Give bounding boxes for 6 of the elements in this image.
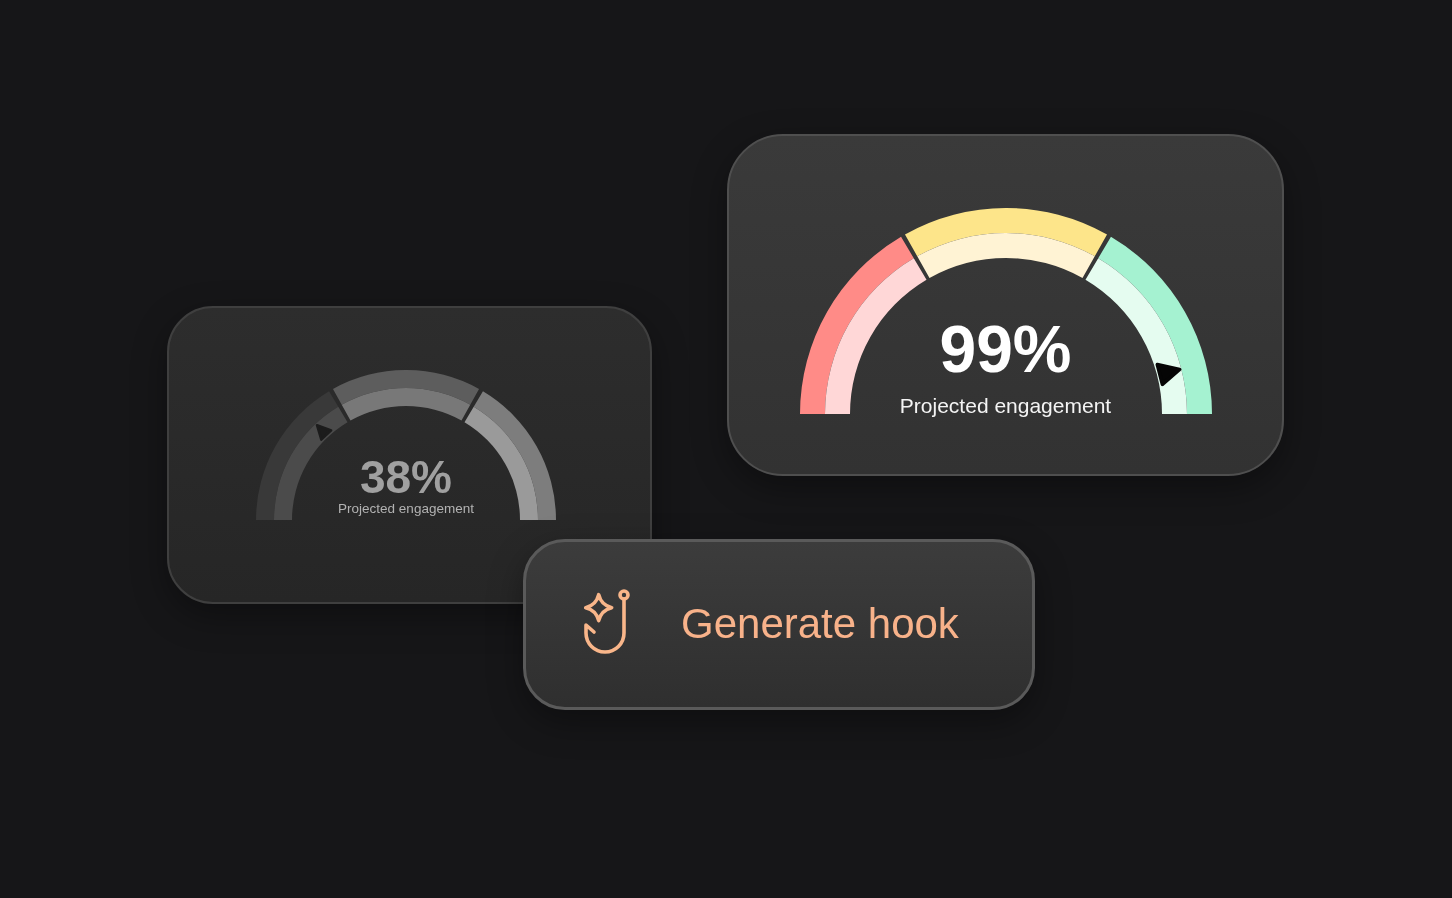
percentage-value: 38% bbox=[359, 453, 453, 500]
generate-hook-button[interactable]: Generate hook bbox=[523, 539, 1035, 710]
sparkle-hook-icon bbox=[582, 586, 632, 655]
gauge-label: Projected engagement bbox=[338, 500, 474, 517]
gauge-label: Projected engagement bbox=[899, 392, 1112, 418]
percentage-value: 99% bbox=[939, 315, 1072, 382]
